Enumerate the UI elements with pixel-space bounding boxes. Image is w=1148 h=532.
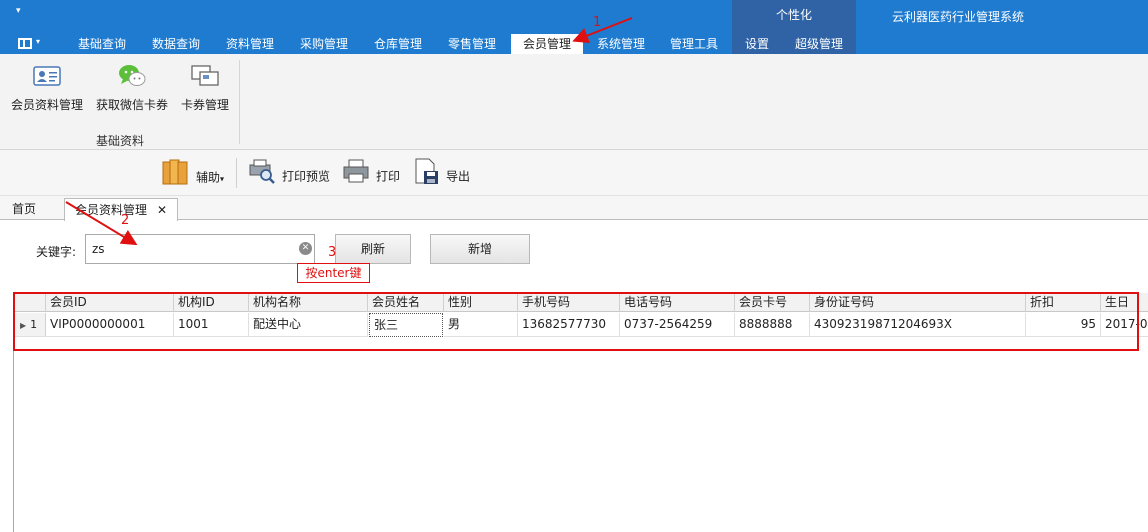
annotation-arrows [65,17,633,246]
annotation-arrow-2 [65,201,138,246]
annotation-arrow-1 [572,17,633,44]
